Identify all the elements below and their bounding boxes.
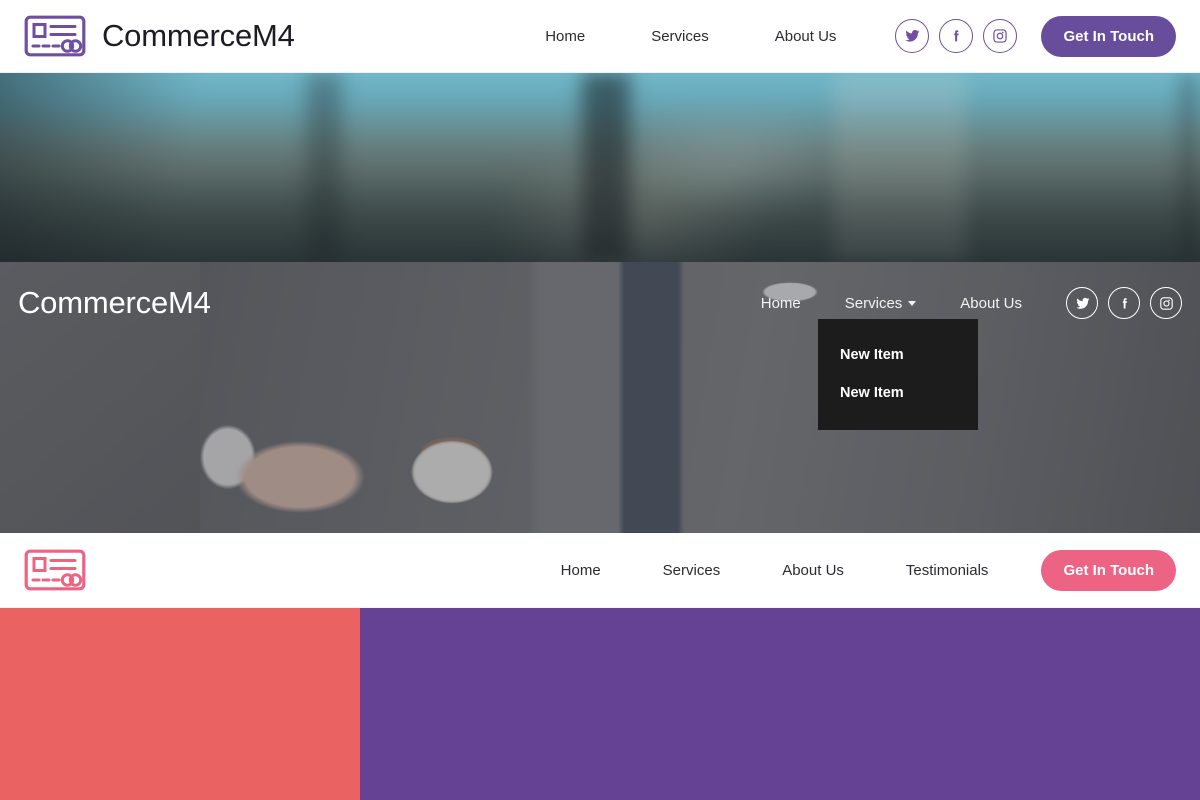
nav-item-services-label: Services xyxy=(844,294,903,312)
id-card-icon[interactable] xyxy=(24,549,86,591)
brand-title: CommerceM4 xyxy=(102,18,295,53)
nav-item-testimonials[interactable]: Testimonials xyxy=(875,562,1020,579)
facebook-icon[interactable] xyxy=(939,19,974,53)
nav-item-about-us[interactable]: About Us xyxy=(751,562,875,579)
nav-item-about-us-label: About Us xyxy=(960,294,1022,312)
id-card-icon xyxy=(24,15,86,57)
brand-title-overlay: CommerceM4 xyxy=(18,285,211,320)
facebook-icon[interactable] xyxy=(1108,287,1140,319)
hero-banner-blurred xyxy=(0,73,1200,262)
dropdown-item-2[interactable]: New Item xyxy=(840,385,978,401)
nav-item-services[interactable]: Services xyxy=(823,295,939,312)
nav-item-services[interactable]: Services xyxy=(632,562,752,579)
twitter-icon[interactable] xyxy=(895,19,930,53)
primary-nav-three: Home Services About Us Testimonials xyxy=(530,562,1020,579)
hero-banner-photo: CommerceM4 Home Services About Us xyxy=(0,262,1200,533)
social-links-one xyxy=(895,19,1018,53)
instagram-icon[interactable] xyxy=(983,19,1018,53)
twitter-icon[interactable] xyxy=(1066,287,1098,319)
primary-nav-two: Home Services About Us xyxy=(739,295,1044,312)
color-block-coral xyxy=(0,608,360,800)
color-blocks-section xyxy=(0,608,1200,800)
nav-item-about-us[interactable]: About Us xyxy=(938,295,1044,312)
get-in-touch-button-one[interactable]: Get In Touch xyxy=(1041,15,1176,57)
header-variant-three: Home Services About Us Testimonials Get … xyxy=(0,533,1200,608)
social-links-two xyxy=(1066,287,1182,319)
nav-item-about-us[interactable]: About Us xyxy=(742,28,870,45)
services-dropdown-menu: New Item New Item xyxy=(818,319,978,430)
nav-item-home[interactable]: Home xyxy=(530,562,632,579)
header-variant-one: CommerceM4 Home Services About Us Get In… xyxy=(0,0,1200,73)
header-variant-two: CommerceM4 Home Services About Us xyxy=(0,262,1200,344)
page-root: CommerceM4 Home Services About Us Get In… xyxy=(0,0,1200,800)
nav-item-home[interactable]: Home xyxy=(512,28,618,45)
instagram-icon[interactable] xyxy=(1150,287,1182,319)
brand-block-one[interactable]: CommerceM4 xyxy=(24,15,295,57)
nav-item-home[interactable]: Home xyxy=(739,295,823,312)
dropdown-item-1[interactable]: New Item xyxy=(840,347,978,363)
chevron-down-icon xyxy=(908,300,917,306)
primary-nav-one: Home Services About Us xyxy=(512,28,869,45)
get-in-touch-button-three[interactable]: Get In Touch xyxy=(1041,549,1176,591)
color-block-purple xyxy=(360,608,1200,800)
nav-item-home-label: Home xyxy=(760,294,801,312)
nav-item-services[interactable]: Services xyxy=(618,28,742,45)
hero-overlay-tint xyxy=(0,73,1200,262)
